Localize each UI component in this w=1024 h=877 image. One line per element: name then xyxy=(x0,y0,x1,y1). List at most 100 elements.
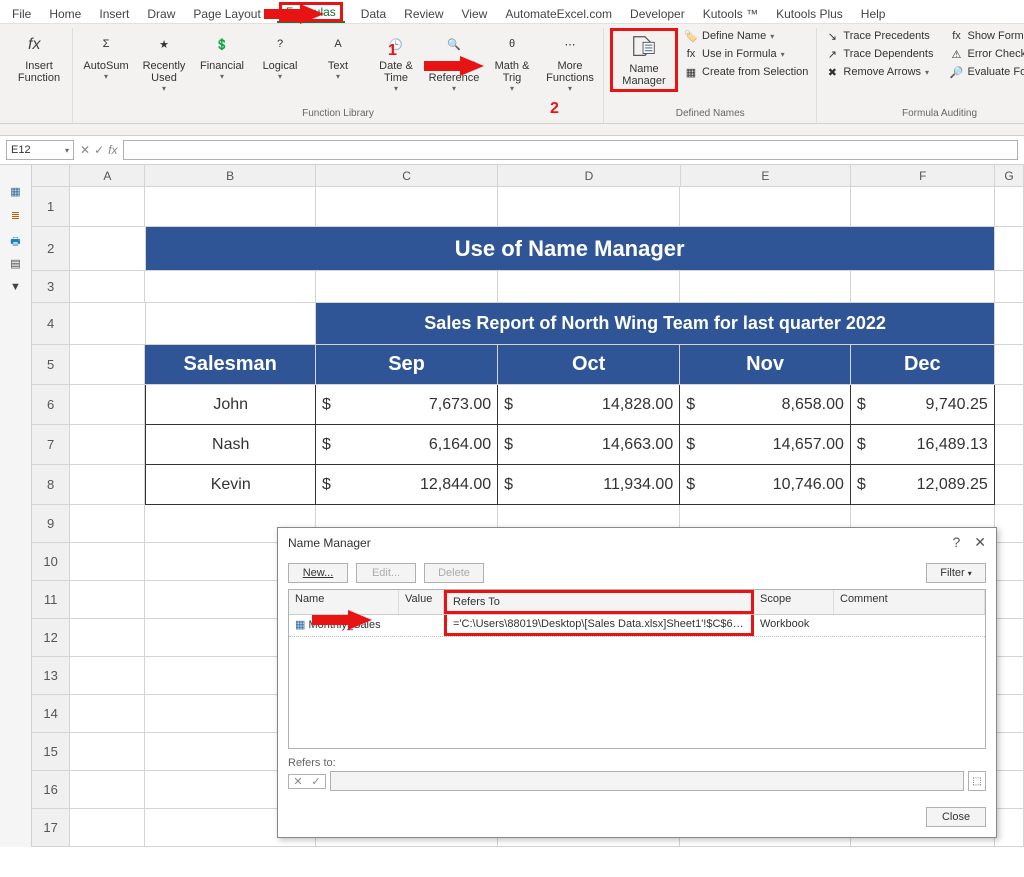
col-header[interactable]: C xyxy=(316,165,498,187)
math-trig-button[interactable]: θMath & Trig xyxy=(485,28,539,95)
more-functions-button[interactable]: ⋯More Functions xyxy=(543,28,597,95)
select-all-corner[interactable] xyxy=(32,165,70,187)
tab-developer[interactable]: Developer xyxy=(628,5,687,23)
cell[interactable] xyxy=(995,543,1024,581)
cell[interactable] xyxy=(995,271,1024,303)
cell[interactable] xyxy=(146,303,317,345)
row-header[interactable]: 4 xyxy=(32,303,70,345)
row-header[interactable]: 3 xyxy=(32,271,70,303)
row-header[interactable]: 13 xyxy=(32,657,70,695)
trace-precedents-button[interactable]: ↘Trace Precedents xyxy=(823,28,935,44)
lookup-ref-button[interactable]: 🔍Lookup & Reference xyxy=(427,28,481,95)
value-cell[interactable]: $14,828.00 xyxy=(498,385,680,425)
tab-home[interactable]: Home xyxy=(47,5,83,23)
cell[interactable] xyxy=(995,345,1024,385)
row-header[interactable]: 2 xyxy=(32,227,70,271)
row-header[interactable]: 9 xyxy=(32,505,70,543)
close-icon[interactable]: ✕ xyxy=(974,534,986,551)
cell[interactable] xyxy=(995,733,1024,771)
tab-data[interactable]: Data xyxy=(359,5,388,23)
tab-formulas[interactable]: Formulas xyxy=(277,3,345,23)
row-header[interactable]: 15 xyxy=(32,733,70,771)
name-box[interactable]: E12 ▾ xyxy=(6,140,74,160)
cell[interactable] xyxy=(995,581,1024,619)
cell[interactable] xyxy=(70,303,145,345)
cell[interactable] xyxy=(995,695,1024,733)
row-header[interactable]: 5 xyxy=(32,345,70,385)
new-button[interactable]: New... xyxy=(288,563,348,583)
name-row[interactable]: ▦ Monthly_Sales ='C:\Users\88019\Desktop… xyxy=(289,615,985,637)
tab-page-layout[interactable]: Page Layout xyxy=(191,5,262,23)
value-cell[interactable]: $14,657.00 xyxy=(680,425,851,465)
use-in-formula-button[interactable]: fxUse in Formula ▾ xyxy=(682,46,810,62)
check-icon[interactable]: ✓ xyxy=(307,775,325,788)
cell[interactable] xyxy=(995,771,1024,809)
col-name[interactable]: Name xyxy=(289,590,399,614)
cell[interactable] xyxy=(995,385,1024,425)
cell[interactable] xyxy=(995,619,1024,657)
gutter-icon[interactable]: ▦ xyxy=(7,185,25,199)
cell[interactable] xyxy=(995,425,1024,465)
cell[interactable] xyxy=(70,271,145,303)
cell[interactable] xyxy=(316,271,498,303)
cell[interactable] xyxy=(70,425,145,465)
fx-icon[interactable]: fx xyxy=(108,143,117,157)
tab-insert[interactable]: Insert xyxy=(97,5,131,23)
cell[interactable] xyxy=(316,187,498,227)
col-value[interactable]: Value xyxy=(399,590,444,614)
filter-button[interactable]: Filter ▾ xyxy=(926,563,986,583)
trace-dependents-button[interactable]: ↗Trace Dependents xyxy=(823,46,935,62)
row-header[interactable]: 12 xyxy=(32,619,70,657)
close-button[interactable]: Close xyxy=(926,807,986,827)
value-cell[interactable]: $9,740.25 xyxy=(851,385,995,425)
financial-button[interactable]: 💲Financial xyxy=(195,28,249,83)
range-picker-icon[interactable]: ⬚ xyxy=(968,771,986,791)
formula-input[interactable] xyxy=(123,140,1018,160)
recently-used-button[interactable]: ★Recently Used xyxy=(137,28,191,95)
x-icon[interactable]: ✕ xyxy=(289,775,307,788)
salesman-cell[interactable]: Nash xyxy=(145,425,316,465)
define-name-button[interactable]: 🏷️Define Name ▾ xyxy=(682,28,810,44)
cell[interactable] xyxy=(70,809,145,847)
date-time-button[interactable]: 🕒Date & Time xyxy=(369,28,423,95)
cell[interactable] xyxy=(70,345,145,385)
edit-button[interactable]: Edit... xyxy=(356,563,416,583)
cell[interactable] xyxy=(680,271,851,303)
value-cell[interactable]: $11,934.00 xyxy=(498,465,680,505)
value-cell[interactable]: $12,844.00 xyxy=(316,465,498,505)
remove-arrows-button[interactable]: ✖Remove Arrows ▾ xyxy=(823,64,935,80)
cell[interactable] xyxy=(70,505,145,543)
col-header[interactable]: B xyxy=(145,165,316,187)
gutter-icon[interactable]: ▼ xyxy=(7,281,25,295)
cell[interactable] xyxy=(70,465,145,505)
cell[interactable] xyxy=(70,543,145,581)
value-cell[interactable]: $10,746.00 xyxy=(680,465,851,505)
value-cell[interactable]: $12,089.25 xyxy=(851,465,995,505)
col-header[interactable]: F xyxy=(851,165,995,187)
tab-kutools-[interactable]: Kutools ™ xyxy=(701,5,760,23)
row-header[interactable]: 16 xyxy=(32,771,70,809)
help-icon[interactable]: ? xyxy=(952,534,960,551)
row-header[interactable]: 7 xyxy=(32,425,70,465)
value-cell[interactable]: $7,673.00 xyxy=(316,385,498,425)
name-manager-button[interactable]: Name Manager xyxy=(615,31,673,89)
cell[interactable] xyxy=(851,271,995,303)
row-header[interactable]: 10 xyxy=(32,543,70,581)
value-cell[interactable]: $8,658.00 xyxy=(680,385,851,425)
cell[interactable] xyxy=(145,187,316,227)
value-cell[interactable]: $6,164.00 xyxy=(316,425,498,465)
cell[interactable] xyxy=(70,657,145,695)
tab-draw[interactable]: Draw xyxy=(145,5,177,23)
tab-automateexcel-com[interactable]: AutomateExcel.com xyxy=(503,5,614,23)
gutter-icon[interactable]: ≣ xyxy=(7,209,25,223)
create-from-selection-button[interactable]: ▦Create from Selection xyxy=(682,64,810,80)
cell[interactable] xyxy=(70,187,145,227)
cell[interactable] xyxy=(70,227,145,271)
show-formulas-button[interactable]: fxShow Formulas xyxy=(947,28,1024,44)
row-header[interactable]: 6 xyxy=(32,385,70,425)
cell[interactable] xyxy=(995,465,1024,505)
cell[interactable] xyxy=(995,505,1024,543)
salesman-cell[interactable]: Kevin xyxy=(145,465,316,505)
cancel-icon[interactable]: ✕ xyxy=(80,143,90,157)
tab-view[interactable]: View xyxy=(460,5,490,23)
